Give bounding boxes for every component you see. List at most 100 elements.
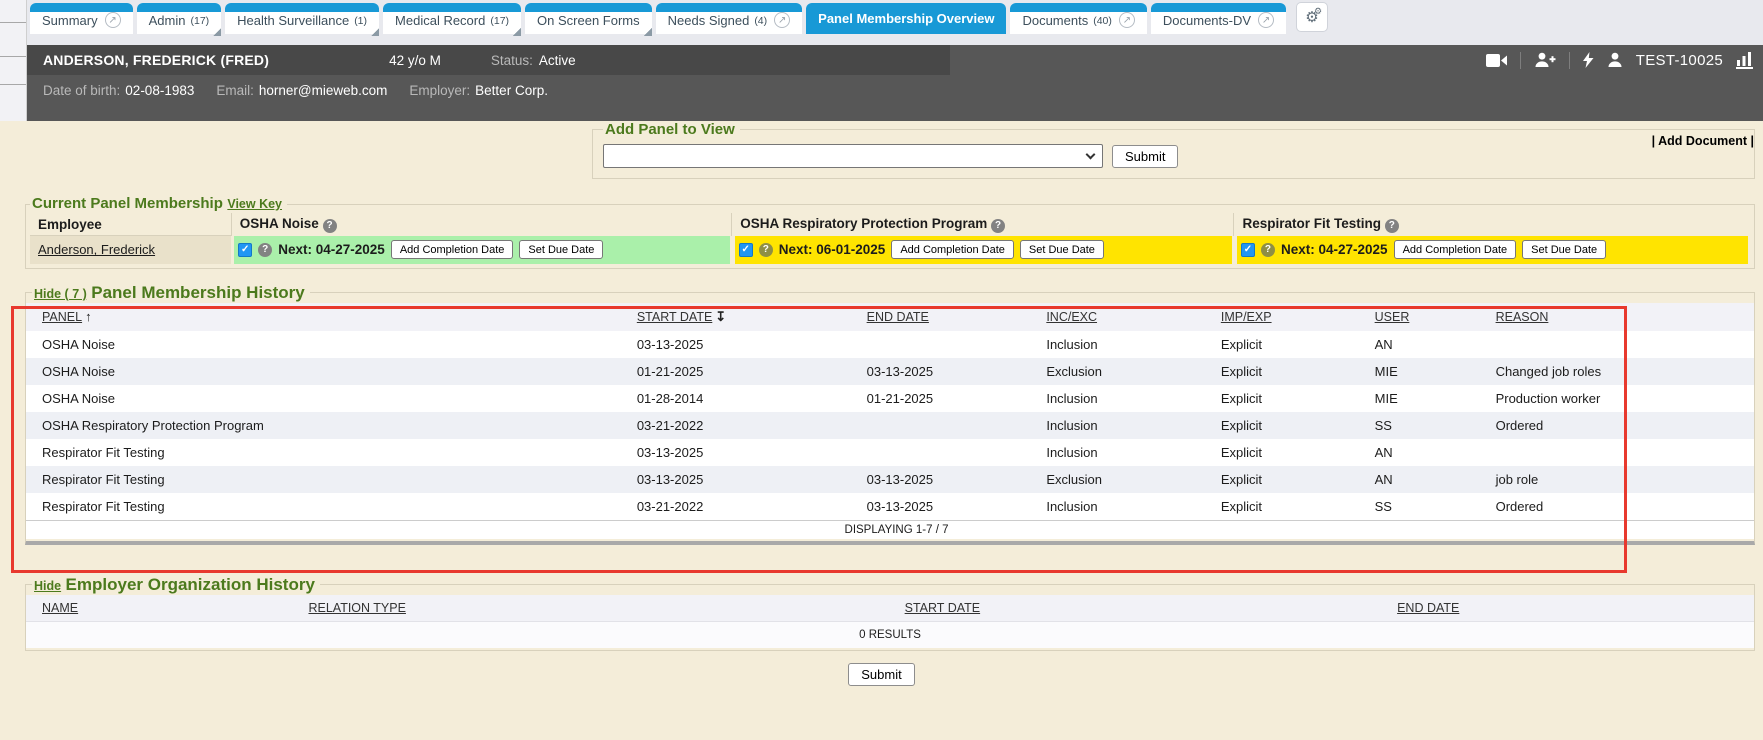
set-due-date-button[interactable]: Set Due Date <box>519 240 603 259</box>
help-icon[interactable]: ? <box>759 243 773 257</box>
tab-health-surveillance[interactable]: Health Surveillance(1) <box>225 3 379 34</box>
help-icon[interactable]: ? <box>1385 219 1399 233</box>
tab-admin[interactable]: Admin(17) <box>137 3 222 34</box>
dropdown-fold-icon <box>371 28 379 36</box>
history-column-header-end-date: END DATE <box>861 303 1041 331</box>
history-cell: AN <box>1369 466 1490 493</box>
history-cell: 03-13-2025 <box>631 466 861 493</box>
user-icon[interactable] <box>1607 52 1623 68</box>
patient-name-section: ANDERSON, FREDERICK (FRED) 42 y/o M Stat… <box>0 45 950 75</box>
panel-status-box: ✓?Next: 04-27-2025Add Completion DateSet… <box>234 236 730 264</box>
popout-icon[interactable]: ↗ <box>105 12 121 28</box>
history-cell: SS <box>1369 493 1490 521</box>
panel-checkbox[interactable]: ✓ <box>238 243 252 257</box>
add-document-link[interactable]: | Add Document | <box>1652 134 1754 148</box>
help-icon[interactable]: ? <box>323 219 337 233</box>
help-icon[interactable]: ? <box>991 219 1005 233</box>
next-due-date: Next: 06-01-2025 <box>779 242 886 257</box>
popout-icon[interactable]: ↗ <box>774 12 790 28</box>
employer-column-header-relation-type: RELATION TYPE <box>302 595 898 622</box>
employer-history-hide-link[interactable]: Hide <box>34 579 61 593</box>
employer-value: Better Corp. <box>475 83 548 98</box>
lightning-bolt-icon[interactable] <box>1583 52 1594 68</box>
tab-documents[interactable]: Documents(40)↗ <box>1010 3 1146 34</box>
panel-checkbox[interactable]: ✓ <box>1241 243 1255 257</box>
column-sort-link[interactable]: END DATE <box>1397 601 1459 615</box>
help-icon[interactable]: ? <box>258 243 272 257</box>
history-column-header-user: USER <box>1369 303 1490 331</box>
column-sort-link[interactable]: END DATE <box>867 310 929 324</box>
view-key-link[interactable]: View Key <box>227 197 282 211</box>
tabbar-gap <box>0 34 1763 45</box>
column-sort-link[interactable]: START DATE <box>905 601 980 615</box>
sort-down-icon: ↧ <box>715 309 726 324</box>
panel-select[interactable] <box>604 145 1102 167</box>
tab-needs-signed[interactable]: Needs Signed(4)↗ <box>656 3 803 34</box>
add-completion-date-button[interactable]: Add Completion Date <box>891 240 1014 259</box>
add-completion-date-button[interactable]: Add Completion Date <box>391 240 514 259</box>
tab-on-screen-forms[interactable]: On Screen Forms <box>525 3 652 34</box>
history-cell <box>861 331 1041 358</box>
history-cell: Inclusion <box>1040 493 1215 521</box>
column-sort-link[interactable]: NAME <box>42 601 78 615</box>
tab-medical-record[interactable]: Medical Record(17) <box>383 3 521 34</box>
next-due-date: Next: 04-27-2025 <box>1281 242 1388 257</box>
history-cell: Explicit <box>1215 412 1369 439</box>
history-cell: Explicit <box>1215 439 1369 466</box>
set-due-date-button[interactable]: Set Due Date <box>1020 240 1104 259</box>
history-cell: Explicit <box>1215 358 1369 385</box>
popout-icon[interactable]: ↗ <box>1258 12 1274 28</box>
history-cell: Respirator Fit Testing <box>26 493 631 521</box>
video-camera-icon[interactable] <box>1486 53 1507 68</box>
tab-panel-membership-overview[interactable]: Panel Membership Overview <box>806 3 1006 34</box>
panel-status-cell-respirator-fit-testing: ✓? Next: 04-27-2025 Add Completion Date Set… <box>1234 236 1750 264</box>
employer-history-table: NAME RELATION TYPE START DATE END DATE 0 RE… <box>26 595 1754 648</box>
add-panel-title: Add Panel to View <box>603 121 740 138</box>
help-icon[interactable]: ? <box>1261 243 1275 257</box>
column-sort-link[interactable]: PANEL <box>42 310 82 324</box>
history-cell: AN <box>1369 439 1490 466</box>
add-user-icon[interactable] <box>1534 52 1556 68</box>
employer-history-legend: Hide Employer Organization History <box>32 575 320 595</box>
zero-results-text: 0 RESULTS <box>26 621 1754 648</box>
popout-icon[interactable]: ↗ <box>1119 12 1135 28</box>
dropdown-fold-icon <box>513 28 521 36</box>
column-sort-link[interactable]: USER <box>1375 310 1410 324</box>
panel-history-hide-link[interactable]: Hide ( 7 ) <box>34 287 87 301</box>
patient-banner-row3 <box>0 105 1763 121</box>
history-cell: Inclusion <box>1040 412 1215 439</box>
divider <box>1520 52 1521 69</box>
gear-small-icon: ⚙ <box>1314 7 1322 16</box>
history-cell: Exclusion <box>1040 358 1215 385</box>
add-panel-submit-button[interactable]: Submit <box>1112 145 1178 168</box>
history-cell: Exclusion <box>1040 466 1215 493</box>
panel-status-cell-osha-noise: ✓?Next: 04-27-2025Add Completion DateSet… <box>231 236 732 264</box>
tab-documents-dv[interactable]: Documents-DV↗ <box>1151 3 1286 34</box>
tab-bar: Summary↗Admin(17)Health Surveillance(1)M… <box>0 0 1763 34</box>
column-sort-link[interactable]: IMP/EXP <box>1221 310 1272 324</box>
history-cell: Ordered <box>1490 493 1754 521</box>
history-cell: 03-21-2022 <box>631 412 861 439</box>
panel-checkbox[interactable]: ✓ <box>739 243 753 257</box>
set-due-date-button[interactable]: Set Due Date <box>1522 240 1606 259</box>
add-panel-section: Add Panel to View Submit <box>592 121 1755 179</box>
panel-status-cell-osha-respiratory-protection-program: ✓? Next: 06-01-2025 Add Completion Date Set… <box>732 236 1234 264</box>
history-table-row: Respirator Fit Testing03-13-2025Inclusio… <box>26 439 1754 466</box>
employee-name-link[interactable]: Anderson, Frederick <box>38 242 155 257</box>
history-cell: MIE <box>1369 385 1490 412</box>
history-cell: 03-13-2025 <box>861 493 1041 521</box>
tab-settings-button[interactable]: ⚙ ⚙ <box>1296 2 1328 32</box>
column-sort-link[interactable]: START DATE <box>637 310 712 324</box>
current-panel-data-row: Anderson, Frederick ✓? Next: 04-27-2025 Ad… <box>30 236 1750 264</box>
bottom-submit-button[interactable]: Submit <box>848 663 914 686</box>
column-sort-link[interactable]: INC/EXC <box>1046 310 1097 324</box>
tab-bar-tabs: Summary↗Admin(17)Health Surveillance(1)M… <box>30 3 1286 34</box>
history-column-header-imp-exp: IMP/EXP <box>1215 303 1369 331</box>
current-panel-legend: Current Panel Membership View Key <box>30 195 287 213</box>
chart-icon[interactable] <box>1736 52 1753 69</box>
column-sort-link[interactable]: RELATION TYPE <box>308 601 405 615</box>
column-sort-link[interactable]: REASON <box>1496 310 1549 324</box>
patient-age-sex: 42 y/o M <box>389 53 441 68</box>
add-completion-date-button[interactable]: Add Completion Date <box>1394 240 1517 259</box>
tab-summary[interactable]: Summary↗ <box>30 3 133 34</box>
